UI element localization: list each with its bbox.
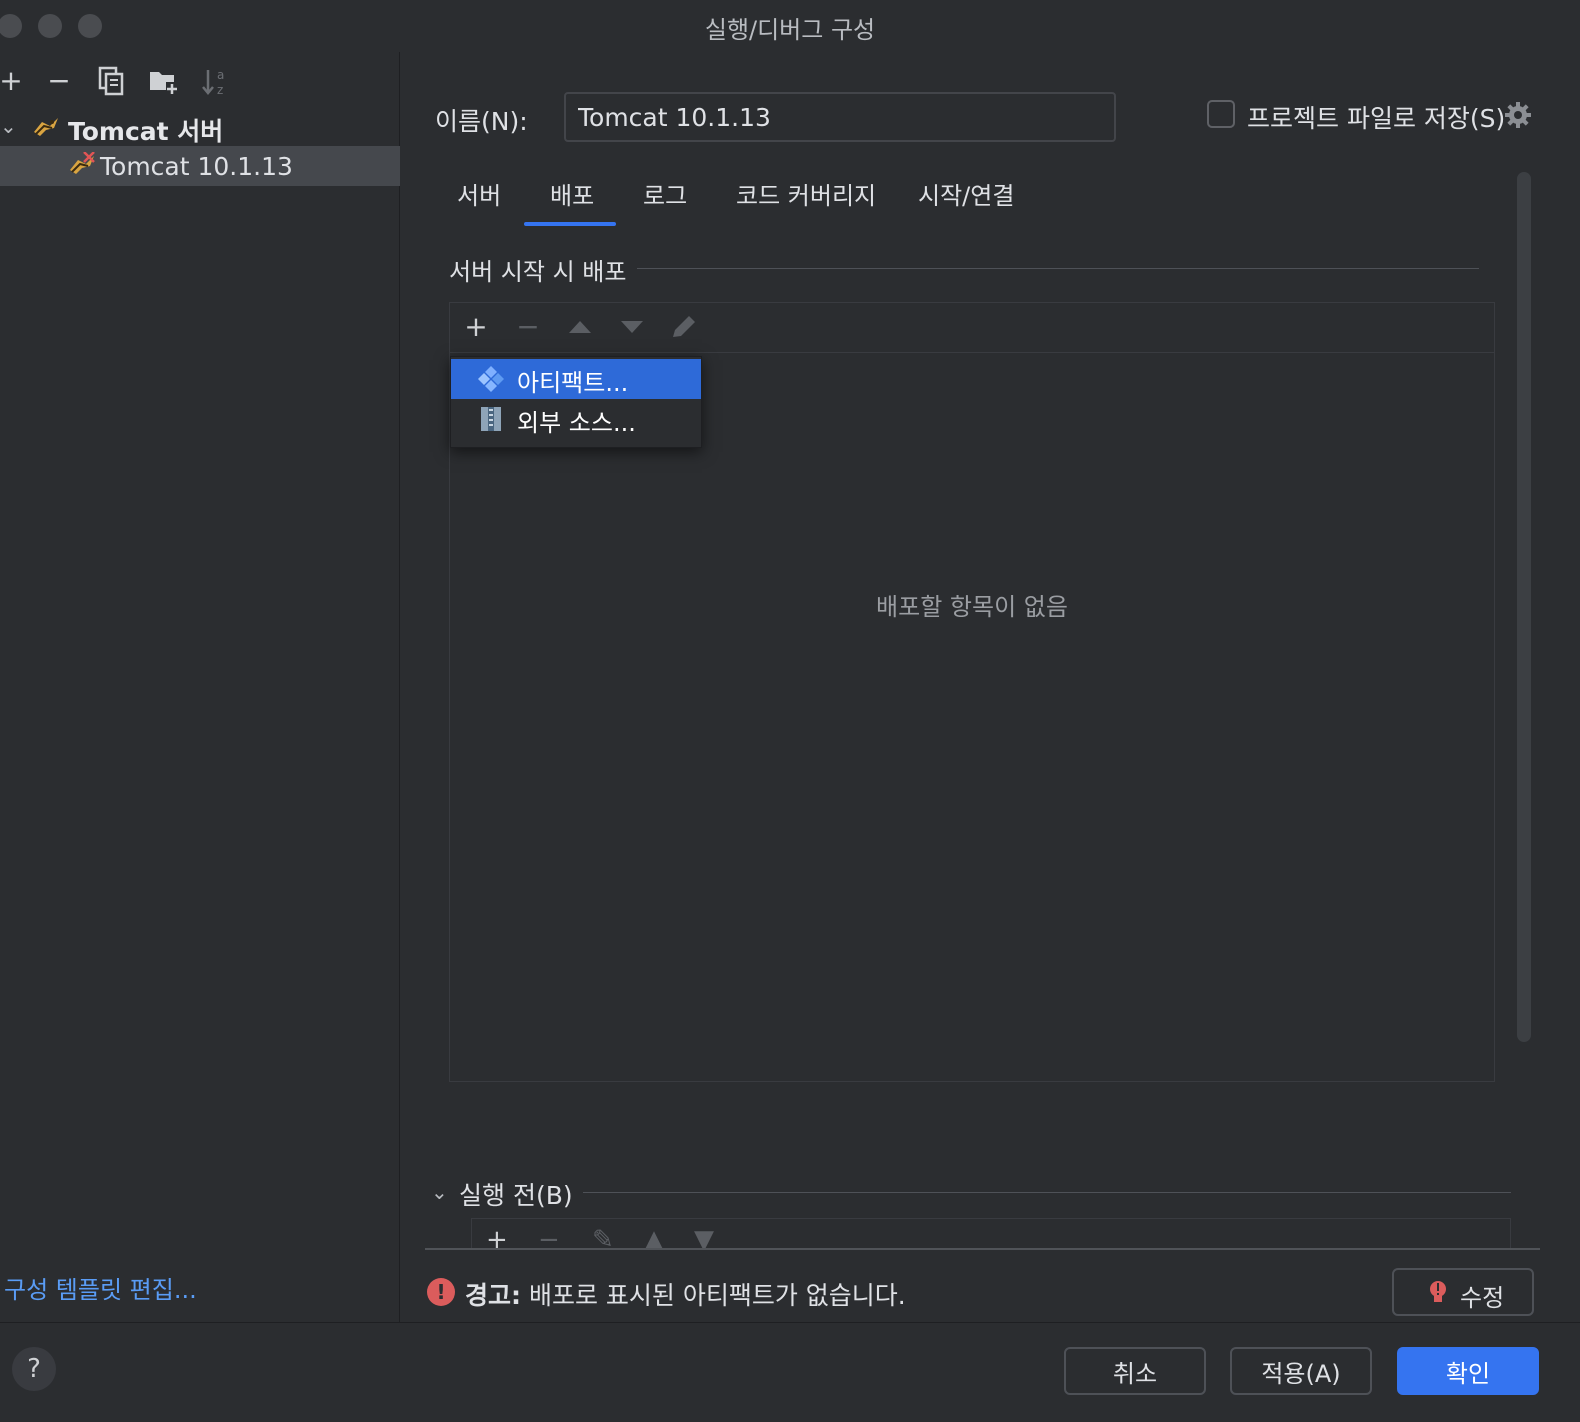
warning-message: 배포로 표시된 아티팩트가 없습니다. bbox=[521, 1281, 906, 1310]
config-name-input[interactable] bbox=[564, 92, 1116, 142]
tab-startup-connection[interactable]: 시작/연결 bbox=[918, 176, 1014, 211]
dialog-footer: ? 취소 적용(A) 확인 bbox=[0, 1322, 1580, 1422]
config-toolbar: + − a z bbox=[0, 60, 400, 100]
save-to-project-label[interactable]: 프로젝트 파일로 저장(S) bbox=[1247, 99, 1505, 135]
active-tab-indicator bbox=[524, 222, 616, 226]
svg-text:z: z bbox=[217, 83, 223, 97]
edit-pencil-icon[interactable] bbox=[668, 311, 700, 343]
artifact-icon bbox=[478, 366, 504, 392]
config-tree-pane: + − a z ⌄ Tomcat 서버 Tomcat 10.1.13 구성 템플… bbox=[0, 52, 400, 1322]
move-up-icon[interactable]: ▲ bbox=[644, 1225, 664, 1248]
add-icon[interactable]: + bbox=[460, 311, 492, 343]
tab-logs[interactable]: 로그 bbox=[643, 176, 687, 211]
tree-group-label: Tomcat 서버 bbox=[68, 117, 224, 146]
tree-item-tomcat-10113[interactable]: Tomcat 10.1.13 bbox=[0, 146, 400, 186]
warning-text: 경고: 배포로 표시된 아티팩트가 없습니다. bbox=[465, 1276, 906, 1312]
fix-button[interactable]: 수정 bbox=[1392, 1268, 1534, 1316]
remove-config-icon[interactable]: − bbox=[44, 64, 74, 98]
add-deployment-popup: 아티팩트... 외부 소스... bbox=[450, 356, 702, 448]
tree-item-label: Tomcat 10.1.13 bbox=[100, 152, 293, 181]
deploy-toolbar: + − bbox=[450, 303, 1494, 353]
chevron-down-icon[interactable]: ⌄ bbox=[431, 1180, 448, 1204]
chevron-down-icon[interactable]: ⌄ bbox=[0, 114, 17, 138]
run-debug-config-dialog: 실행/디버그 구성 + − a z ⌄ Tomcat 서버 Tomcat 10.… bbox=[0, 0, 1580, 1422]
tree-group-tomcat-server[interactable]: ⌄ Tomcat 서버 bbox=[0, 106, 400, 146]
archive-icon bbox=[481, 407, 501, 431]
copy-config-icon[interactable] bbox=[96, 64, 126, 98]
before-launch-title[interactable]: 실행 전(B) bbox=[459, 1176, 573, 1212]
cancel-button[interactable]: 취소 bbox=[1064, 1347, 1206, 1395]
config-tree: ⌄ Tomcat 서버 Tomcat 10.1.13 bbox=[0, 106, 400, 186]
add-config-icon[interactable]: + bbox=[0, 64, 26, 98]
tab-server[interactable]: 서버 bbox=[457, 176, 501, 211]
svg-text:a: a bbox=[217, 68, 224, 82]
save-to-project-checkbox[interactable] bbox=[1207, 100, 1235, 128]
section-divider bbox=[583, 1192, 1511, 1193]
tomcat-icon bbox=[34, 118, 58, 136]
warning-label: 경고: bbox=[465, 1281, 521, 1310]
popup-item-label: 아티팩트... bbox=[517, 369, 629, 397]
remove-icon[interactable]: − bbox=[512, 311, 544, 343]
edit-pencil-icon[interactable]: ✎ bbox=[592, 1225, 614, 1248]
popup-item-artifact[interactable]: 아티팩트... bbox=[451, 359, 701, 399]
tab-code-coverage[interactable]: 코드 커버리지 bbox=[736, 176, 876, 211]
title-bar: 실행/디버그 구성 bbox=[0, 0, 1580, 52]
remove-icon[interactable]: − bbox=[538, 1225, 560, 1248]
move-down-icon[interactable]: ▼ bbox=[694, 1225, 714, 1248]
sort-icon[interactable]: a z bbox=[200, 64, 230, 98]
section-divider bbox=[637, 268, 1479, 269]
move-to-folder-icon[interactable] bbox=[148, 64, 178, 98]
vertical-scrollbar[interactable] bbox=[1517, 172, 1531, 1042]
tomcat-error-icon bbox=[70, 152, 95, 174]
add-icon[interactable]: + bbox=[486, 1225, 508, 1248]
popup-item-label: 외부 소스... bbox=[517, 409, 636, 437]
warning-icon: ! bbox=[427, 1278, 455, 1306]
separator bbox=[425, 1248, 1540, 1250]
lightbulb-error-icon bbox=[1430, 1281, 1446, 1302]
popup-item-external-source[interactable]: 외부 소스... bbox=[451, 399, 701, 439]
config-tabs: 서버 배포 로그 코드 커버리지 시작/연결 bbox=[431, 162, 1131, 228]
gear-icon[interactable] bbox=[1503, 100, 1533, 130]
name-label: 이름(N): bbox=[435, 107, 528, 136]
config-editor-pane: 이름(N): 프로젝트 파일로 저장(S) 서버 배포 로그 코드 커버리지 bbox=[401, 52, 1580, 1322]
edit-templates-link[interactable]: 구성 템플릿 편집... bbox=[4, 1270, 197, 1305]
move-up-icon[interactable] bbox=[564, 311, 596, 343]
deploy-section-title: 서버 시작 시 배포 bbox=[449, 258, 627, 286]
empty-state-text: 배포할 항목이 없음 bbox=[876, 593, 1068, 621]
apply-button[interactable]: 적용(A) bbox=[1230, 1347, 1372, 1395]
tab-deployment[interactable]: 배포 bbox=[550, 176, 594, 211]
before-launch-toolbar: + − ✎ ▲ ▼ bbox=[471, 1218, 1511, 1248]
fix-button-label: 수정 bbox=[1460, 1284, 1505, 1312]
ok-button[interactable]: 확인 bbox=[1397, 1347, 1539, 1395]
window-title: 실행/디버그 구성 bbox=[704, 16, 876, 44]
help-button[interactable]: ? bbox=[12, 1347, 56, 1391]
move-down-icon[interactable] bbox=[616, 311, 648, 343]
